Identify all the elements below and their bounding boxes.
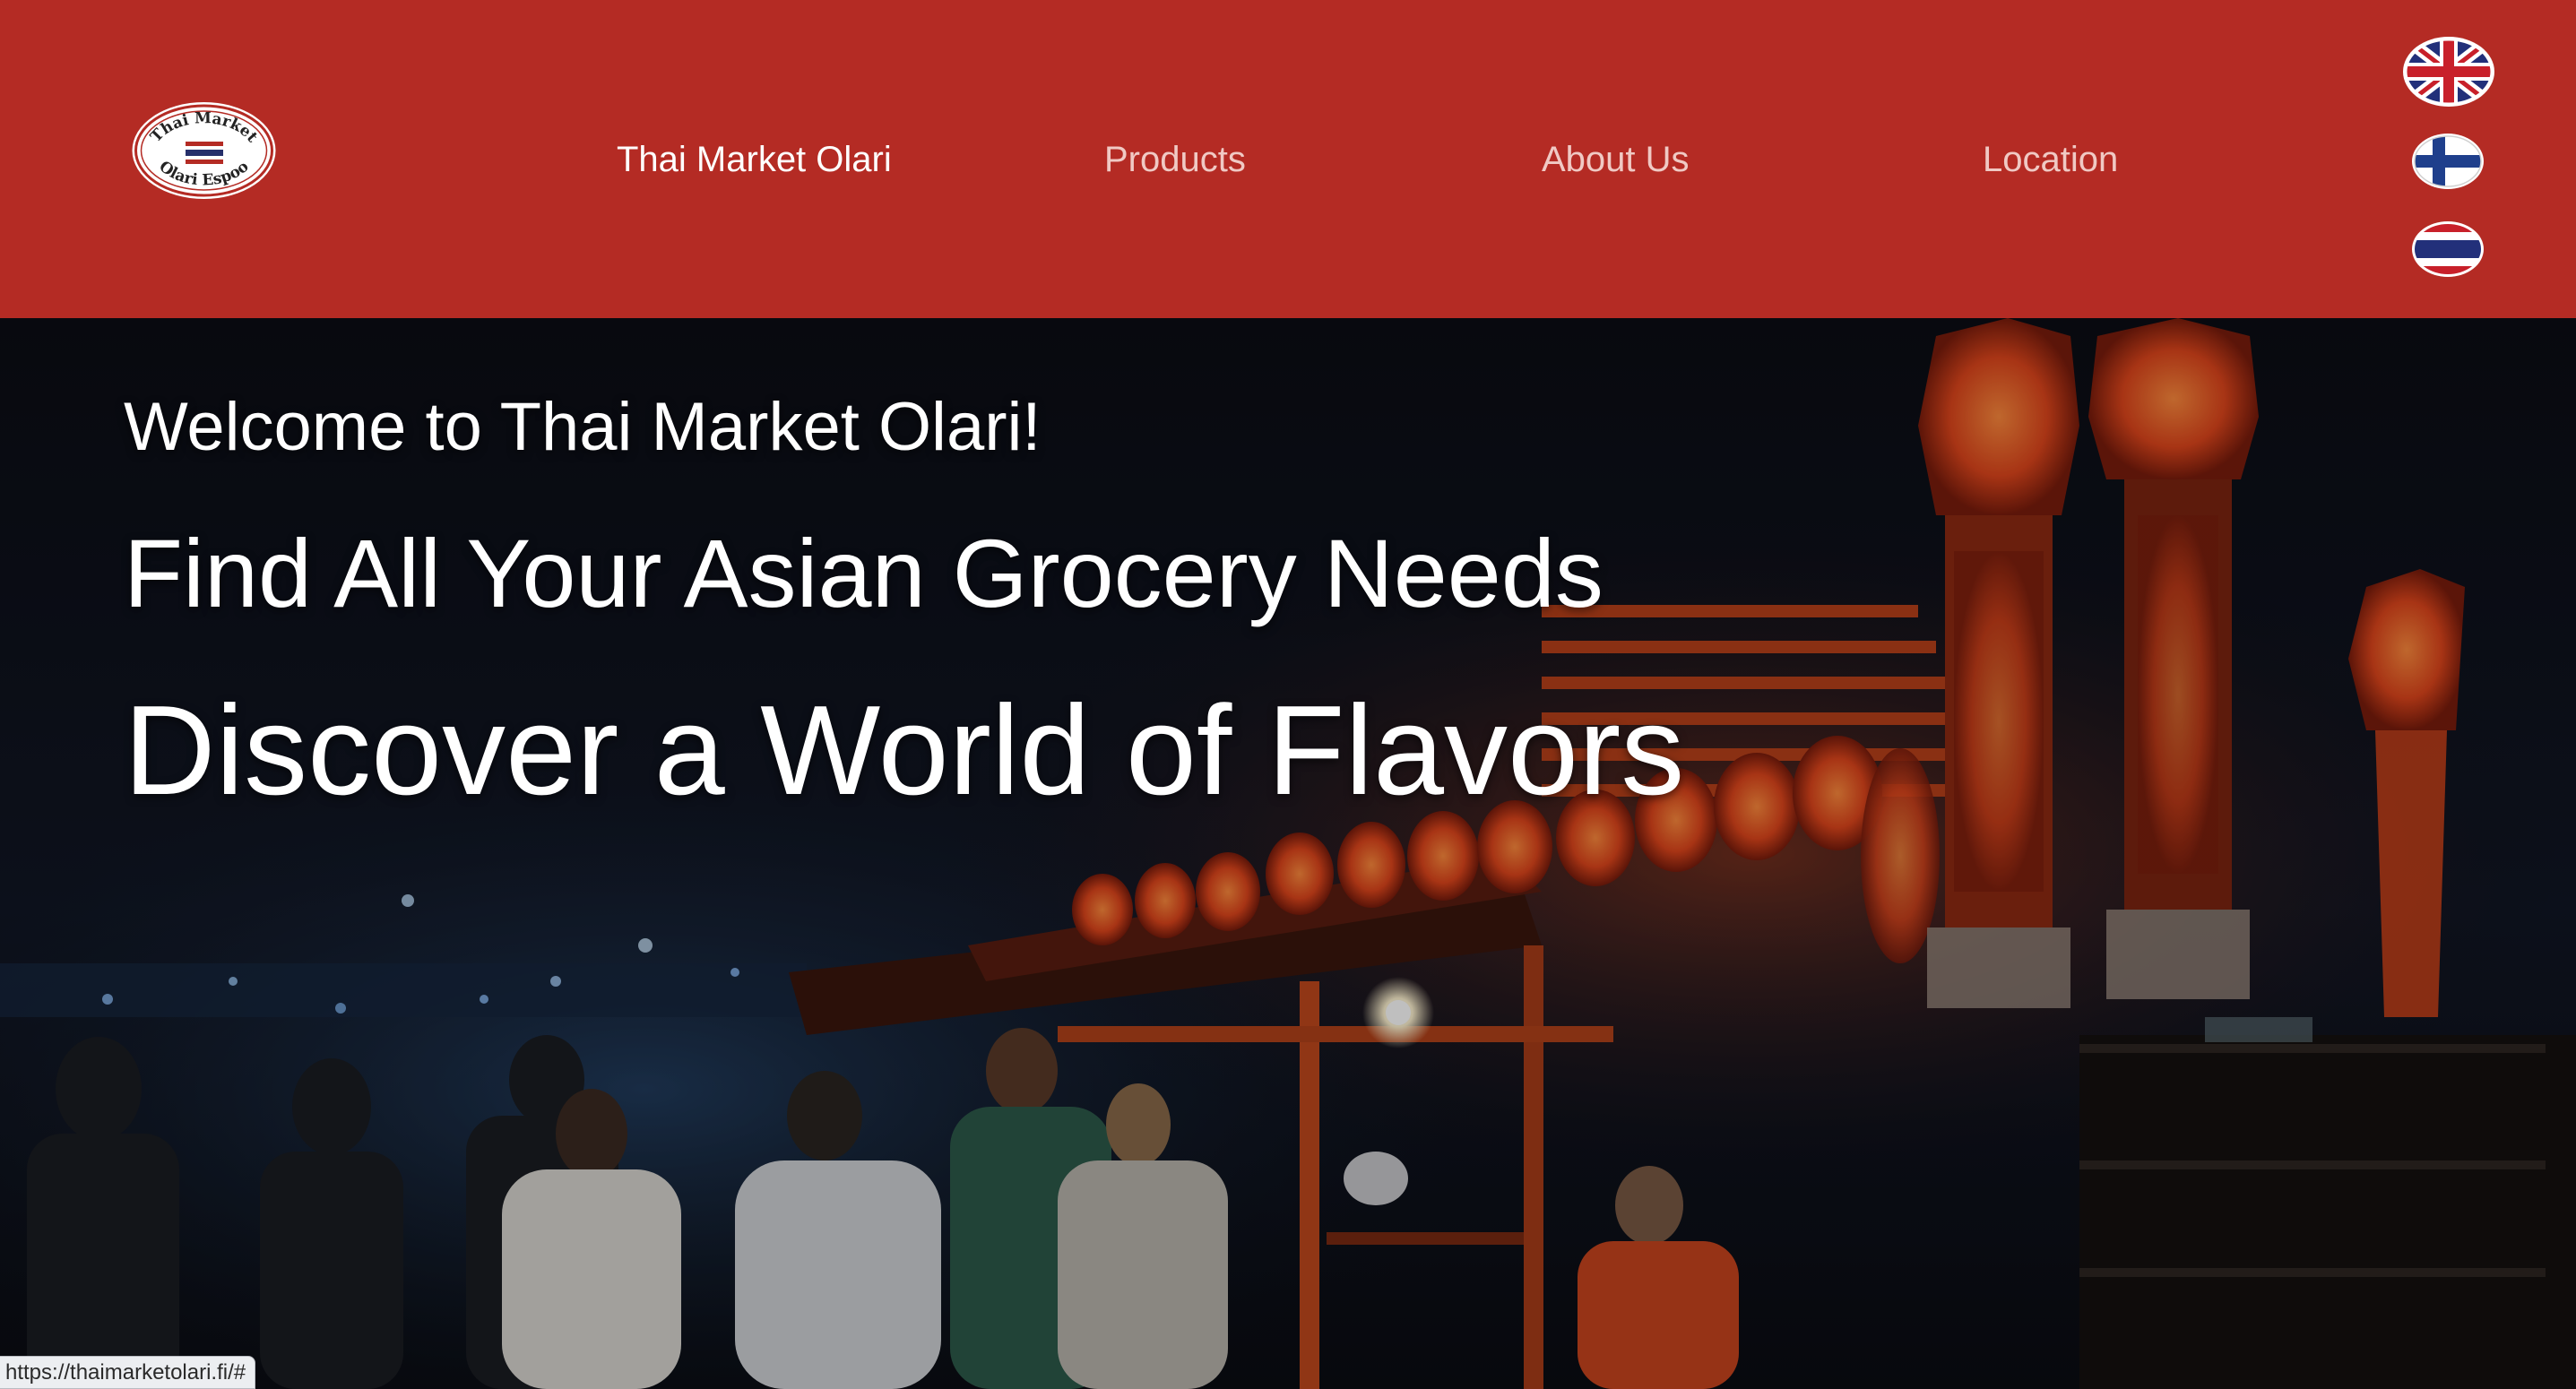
nav-link-home[interactable]: Thai Market Olari bbox=[617, 134, 892, 185]
hero-tagline: Discover a World of Flavors bbox=[124, 679, 1685, 822]
site-logo[interactable]: Thai Market Olari Espoo bbox=[130, 100, 278, 201]
finland-flag-icon bbox=[2412, 134, 2484, 189]
nav-link-about[interactable]: About Us bbox=[1542, 134, 1690, 185]
logo-emblem: Thai Market Olari Espoo bbox=[132, 102, 276, 199]
uk-flag-icon bbox=[2403, 37, 2494, 107]
logo-thai-flag-icon bbox=[186, 142, 223, 164]
site-header: Thai Market Olari Espoo Thai Market Olar… bbox=[0, 0, 2576, 318]
hero-welcome-text: Welcome to Thai Market Olari! bbox=[124, 389, 1042, 465]
browser-status-bar-url: https://thaimarketolari.fi/# bbox=[0, 1356, 256, 1389]
thailand-flag-icon bbox=[2412, 221, 2484, 277]
nav-link-products[interactable]: Products bbox=[1104, 134, 1246, 185]
language-english-button[interactable] bbox=[2402, 36, 2495, 108]
hero-background-image bbox=[0, 318, 2576, 1389]
hero-headline: Find All Your Asian Grocery Needs bbox=[124, 519, 1604, 627]
hero-section: Welcome to Thai Market Olari! Find All Y… bbox=[0, 318, 2576, 1389]
language-finnish-button[interactable] bbox=[2411, 133, 2485, 190]
nav-link-location[interactable]: Location bbox=[1983, 134, 2118, 185]
language-thai-button[interactable] bbox=[2411, 220, 2485, 278]
page: Thai Market Olari Espoo Thai Market Olar… bbox=[0, 0, 2576, 1389]
